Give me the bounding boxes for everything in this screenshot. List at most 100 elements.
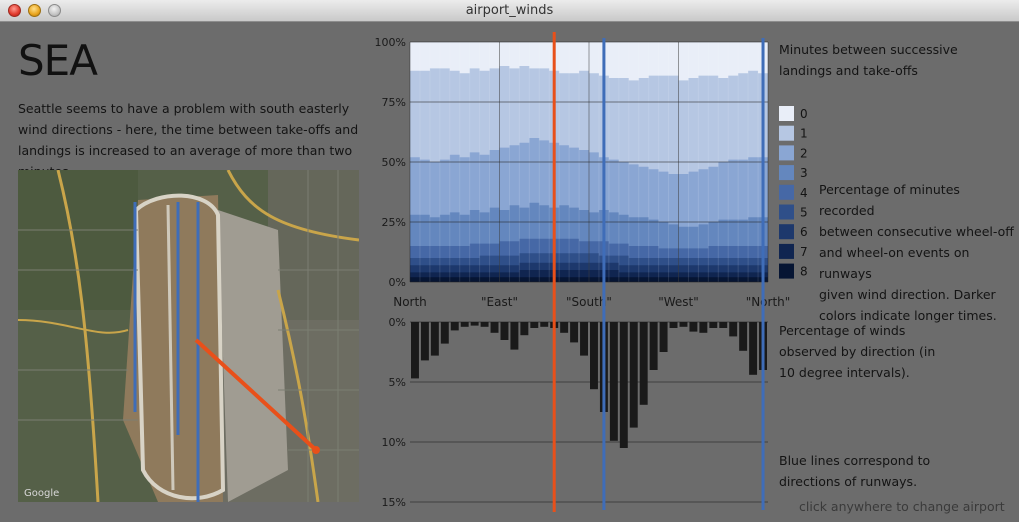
wind-bar	[709, 322, 718, 328]
wind-bar	[490, 322, 499, 333]
stacked-area-chart	[410, 42, 768, 282]
area-y-tick-label: 75%	[382, 96, 406, 109]
chart-axes: 100% 75% 50% 25% 0% North "East" "South" "West" "…	[375, 36, 791, 509]
legend-swatch	[779, 224, 794, 240]
minutes-legend-title: Minutes between successive landings and …	[779, 39, 958, 81]
area-layer-4-min	[410, 238, 768, 282]
caption-line: and wheel-on events on runways	[819, 245, 970, 281]
wind-bar	[460, 322, 469, 327]
runway-lines-caption: Blue lines correspond to directions of r…	[779, 450, 930, 492]
legend-swatch	[779, 165, 794, 181]
wind-bar	[590, 322, 598, 390]
wind-bar	[470, 322, 479, 326]
wind-bar	[540, 322, 549, 327]
caption-line: 10 degree intervals).	[779, 365, 910, 380]
area-layer-7-min	[410, 270, 768, 282]
area-layer-2-min	[410, 138, 768, 282]
direction-markers	[552, 32, 765, 512]
wind-bar	[520, 322, 529, 336]
minutes-legend-title-line: Minutes between successive	[779, 42, 958, 57]
wind-bar	[440, 322, 449, 344]
minutes-legend: 0 1 2 3 4 5 6 7 8	[779, 106, 808, 279]
chart-grid	[409, 41, 769, 503]
direction-tick-label: "East"	[481, 295, 518, 309]
area-layer-5-min	[410, 253, 768, 282]
caption-line: Percentage of winds	[779, 323, 906, 338]
airport-code: SEA	[18, 36, 98, 85]
percentage-minutes-caption: Percentage of minutes recorded between c…	[819, 179, 1019, 326]
wind-bar	[679, 322, 688, 327]
direction-tick-label: "West"	[658, 295, 699, 309]
area-y-tick-label: 0%	[389, 276, 406, 289]
wind-bar	[649, 322, 658, 370]
wind-bar	[510, 322, 519, 350]
window-title: airport_winds	[465, 3, 554, 18]
wind-bar	[629, 322, 638, 428]
caption-line: directions of runways.	[779, 474, 918, 489]
wind-bar	[580, 322, 588, 356]
legend-label: 1	[800, 127, 808, 141]
area-y-tick-label: 100%	[375, 36, 406, 49]
wind-bar	[430, 322, 439, 356]
legend-swatch	[779, 125, 794, 141]
wind-bar	[719, 322, 728, 328]
wind-bar	[530, 322, 539, 328]
wind-bar	[411, 322, 419, 379]
wind-bar	[570, 322, 579, 343]
area-layer-8-min	[410, 277, 768, 282]
bar-y-tick-label: 0%	[389, 316, 406, 329]
wind-bar	[560, 322, 569, 333]
airport-satellite-map: Google	[18, 170, 359, 502]
wind-bar	[749, 322, 758, 375]
legend-label: 8	[800, 265, 808, 279]
wind-bar	[420, 322, 429, 361]
wind-bar	[599, 322, 608, 412]
legend-swatch	[779, 184, 794, 200]
wind-bar	[550, 322, 559, 328]
bar-y-tick-label: 10%	[382, 436, 406, 449]
change-airport-hint[interactable]: click anywhere to change airport	[799, 499, 1005, 514]
legend-label: 5	[800, 206, 808, 220]
title-bar: airport_winds	[0, 0, 1019, 22]
wind-bar	[689, 322, 698, 332]
wind-bar	[619, 322, 628, 448]
bar-y-tick-label: 15%	[382, 496, 406, 509]
caption-line: given wind direction. Darker	[819, 287, 996, 302]
map-watermark: Google	[24, 488, 59, 499]
area-layer-0-min	[410, 42, 768, 282]
wind-bar-chart	[411, 322, 767, 448]
wind-bar	[699, 322, 708, 333]
direction-tick-label: "North"	[746, 295, 791, 309]
legend-label: 2	[800, 146, 808, 160]
area-y-tick-label: 50%	[382, 156, 406, 169]
wind-bar	[659, 322, 668, 352]
area-y-tick-label: 25%	[382, 216, 406, 229]
bar-y-tick-label: 5%	[389, 376, 406, 389]
wind-bar	[450, 322, 459, 331]
caption-line: Blue lines correspond to	[779, 453, 931, 468]
legend-label: 3	[800, 166, 808, 180]
caption-line: observed by direction (in	[779, 344, 936, 359]
area-layer-6-min	[410, 262, 768, 282]
legend-label: 7	[800, 245, 808, 259]
direction-tick-label: "South"	[566, 295, 612, 309]
caption-line: Percentage of minutes recorded	[819, 182, 960, 218]
direction-tick-label: North	[393, 295, 427, 309]
wind-bar	[500, 322, 509, 340]
area-layer-1-min	[410, 66, 768, 282]
wind-bar	[609, 322, 618, 441]
legend-swatch	[779, 243, 794, 259]
wind-bar	[729, 322, 738, 337]
legend-label: 6	[800, 225, 808, 239]
wind-bar	[639, 322, 648, 405]
wind-bar	[759, 322, 767, 370]
legend-swatch	[779, 106, 794, 121]
legend-label: 0	[800, 107, 808, 121]
wind-bar	[480, 322, 489, 327]
legend-swatch	[779, 204, 794, 220]
wind-bar	[669, 322, 678, 328]
legend-swatch	[779, 263, 794, 279]
percentage-winds-caption: Percentage of winds observed by directio…	[779, 320, 935, 383]
caption-line: between consecutive wheel-off	[819, 224, 1014, 239]
legend-label: 4	[800, 186, 808, 200]
